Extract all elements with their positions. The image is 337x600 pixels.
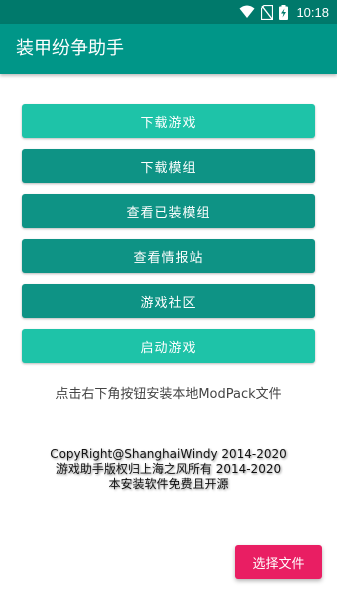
status-bar: 10:18 <box>0 0 337 24</box>
game-community-button[interactable]: 游戏社区 <box>22 284 315 318</box>
no-sim-icon <box>261 4 274 20</box>
view-intel-station-button[interactable]: 查看情报站 <box>22 239 315 273</box>
install-hint-text: 点击右下角按钮安装本地ModPack文件 <box>55 387 282 402</box>
select-file-button[interactable]: 选择文件 <box>235 545 322 579</box>
download-game-button[interactable]: 下载游戏 <box>22 104 315 138</box>
status-icons: 10:18 <box>239 0 329 24</box>
battery-charging-icon <box>279 4 289 20</box>
launch-game-button[interactable]: 启动游戏 <box>22 329 315 363</box>
copyright-line-3: 本安装软件免费且开源 <box>108 477 229 491</box>
status-time: 10:18 <box>296 4 329 20</box>
copyright-line-2: 游戏助手版权归上海之风所有 2014-2020 <box>55 462 282 476</box>
app-title: 装甲纷争助手 <box>16 38 124 59</box>
view-installed-mods-button[interactable]: 查看已装模组 <box>22 194 315 228</box>
copyright-block: CopyRight@ShanghaiWindy 2014-2020 游戏助手版权… <box>0 447 337 492</box>
download-mod-button[interactable]: 下载模组 <box>22 149 315 183</box>
copyright-line-1: CopyRight@ShanghaiWindy 2014-2020 <box>50 447 287 461</box>
app-bar: 装甲纷争助手 <box>0 24 337 74</box>
menu-buttons: 下载游戏 下载模组 查看已装模组 查看情报站 游戏社区 启动游戏 <box>22 104 315 374</box>
wifi-icon <box>239 5 255 19</box>
